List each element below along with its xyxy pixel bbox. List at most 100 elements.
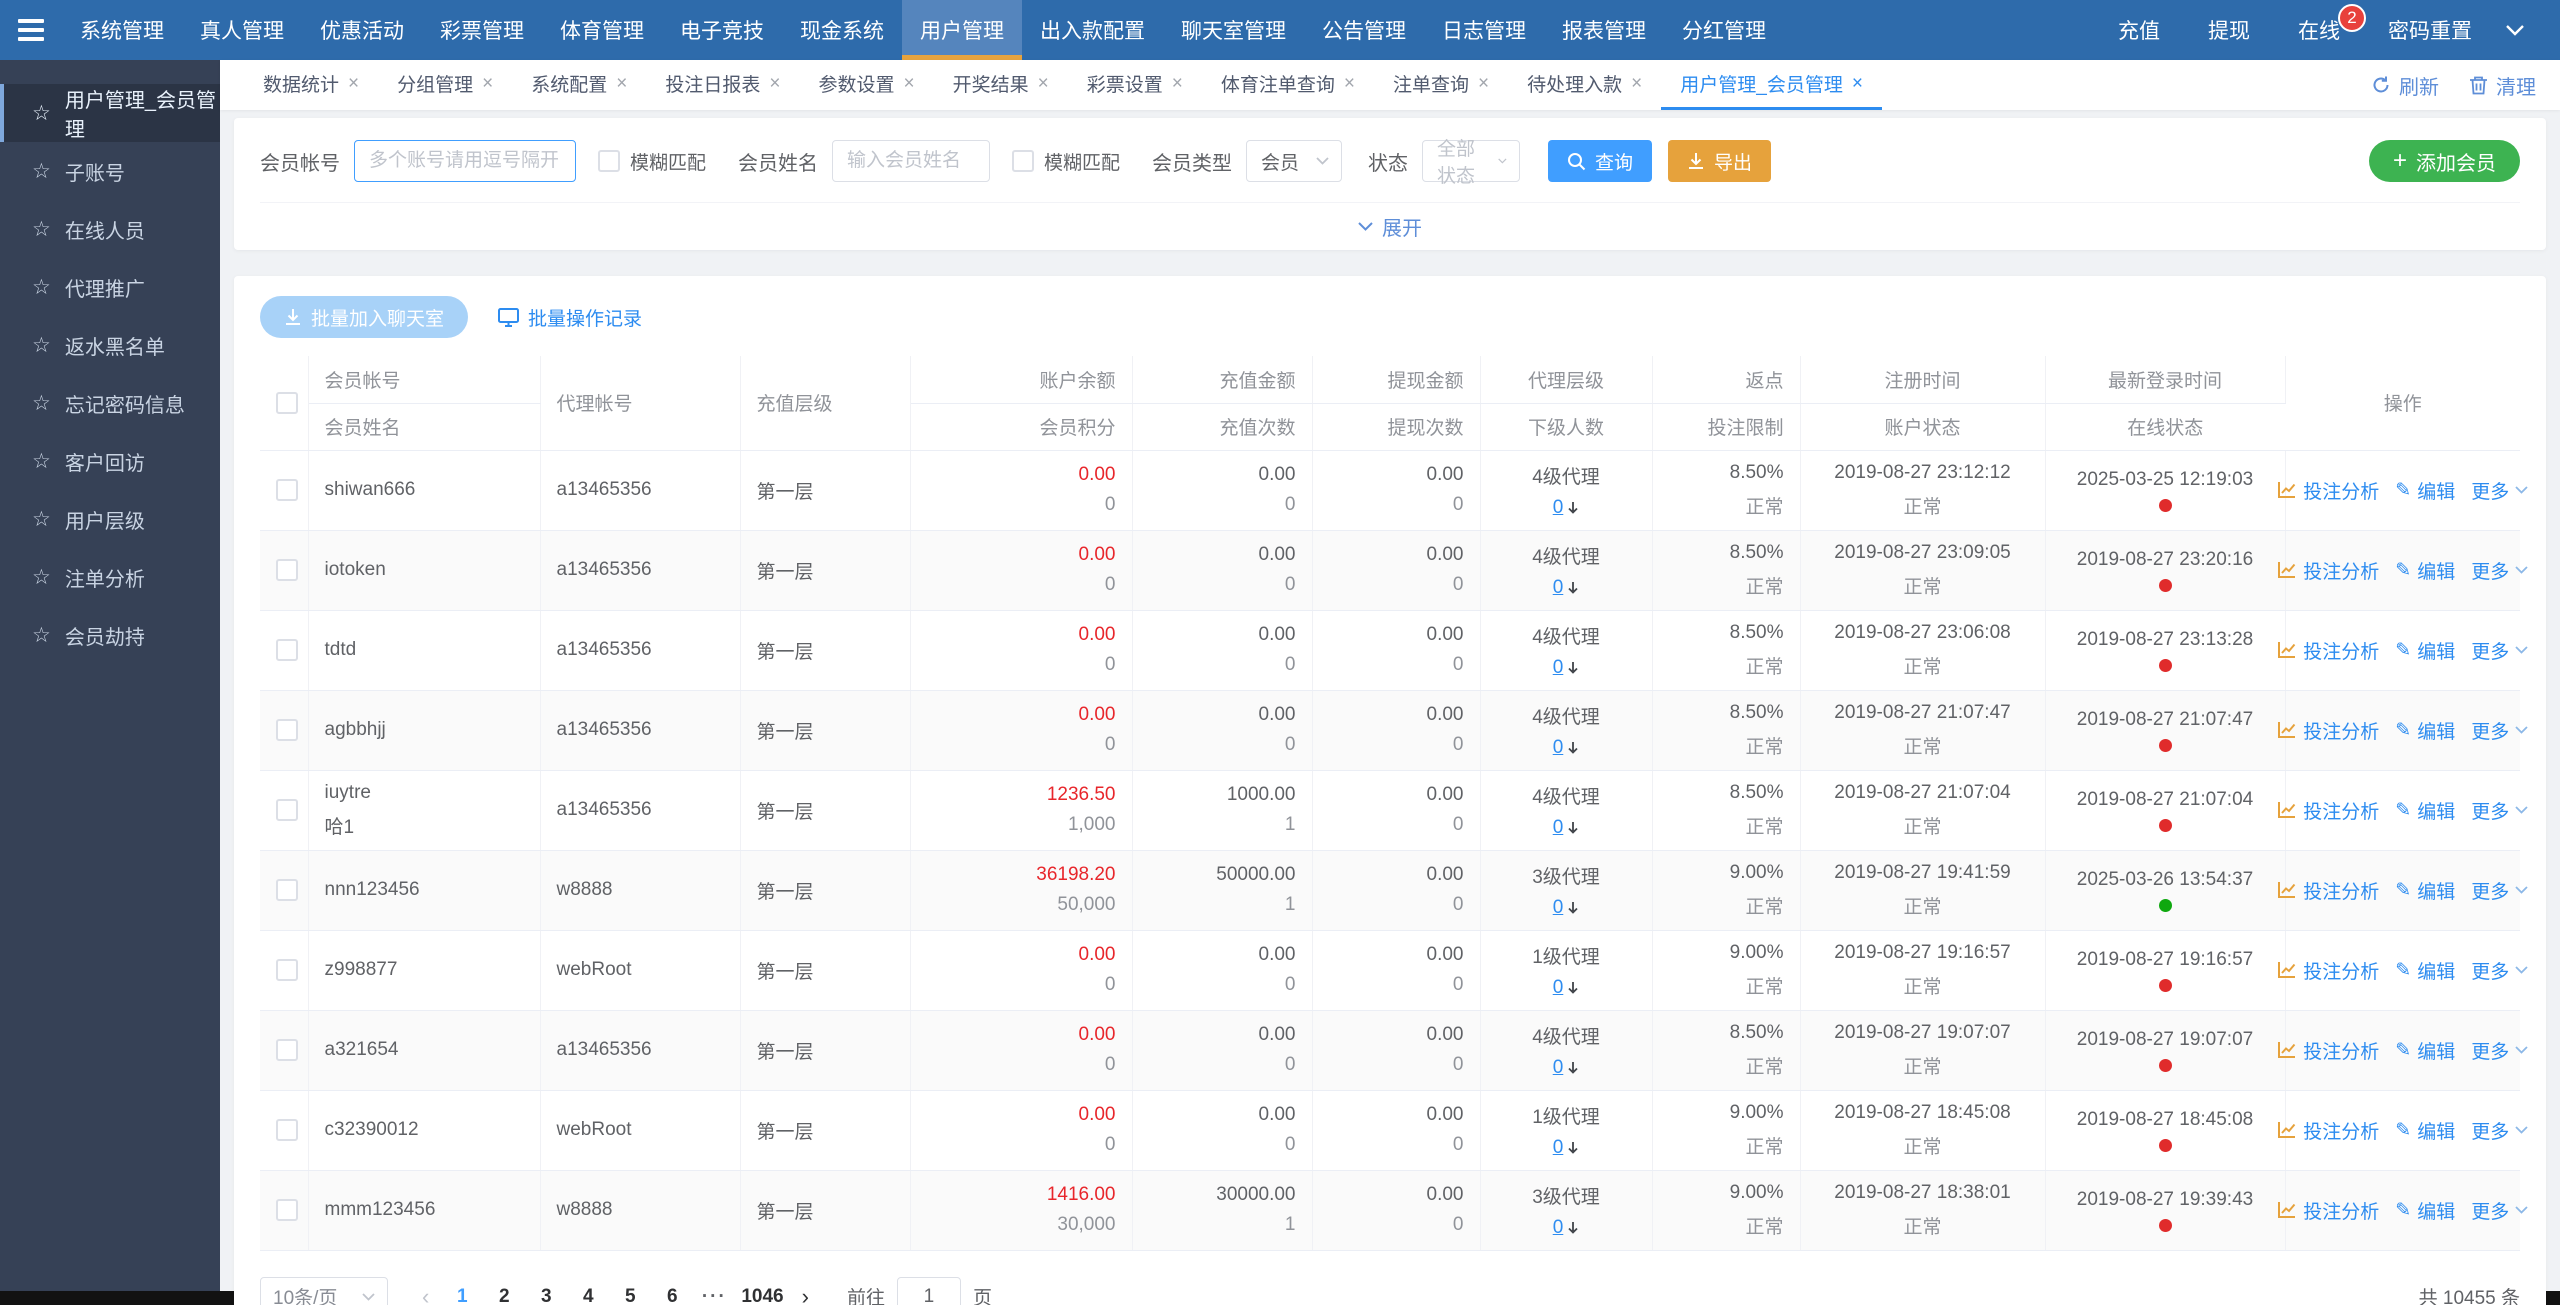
hamburger-menu-icon[interactable]	[0, 0, 62, 60]
more-link[interactable]: 更多	[2471, 557, 2528, 584]
nav-item[interactable]: 分红管理	[1664, 0, 1784, 60]
subordinates-link[interactable]: 0	[1553, 497, 1580, 519]
bet-analysis-link[interactable]: 投注分析	[2277, 1037, 2379, 1064]
tab[interactable]: 用户管理_会员管理 ×	[1661, 60, 1882, 110]
nav-item[interactable]: 系统管理	[62, 0, 182, 60]
nav-item[interactable]: 报表管理	[1544, 0, 1664, 60]
page-number-button[interactable]: 1046	[735, 1277, 789, 1305]
edit-link[interactable]: ✎ 编辑	[2395, 717, 2455, 744]
more-link[interactable]: 更多	[2471, 797, 2528, 824]
tab[interactable]: 分组管理 ×	[378, 60, 512, 110]
subordinates-link[interactable]: 0	[1553, 1137, 1580, 1159]
sidebar-item[interactable]: ☆ 返水黑名单	[0, 316, 220, 374]
nav-item[interactable]: 优惠活动	[302, 0, 422, 60]
more-link[interactable]: 更多	[2471, 637, 2528, 664]
nav-item[interactable]: 体育管理	[542, 0, 662, 60]
nav-item[interactable]: 出入款配置	[1022, 0, 1163, 60]
edit-link[interactable]: ✎ 编辑	[2395, 477, 2455, 504]
bet-analysis-link[interactable]: 投注分析	[2277, 957, 2379, 984]
more-link[interactable]: 更多	[2471, 1197, 2528, 1224]
row-checkbox[interactable]	[276, 1119, 298, 1141]
nav-item[interactable]: 日志管理	[1424, 0, 1544, 60]
sidebar-item[interactable]: ☆ 子账号	[0, 142, 220, 200]
page-number-button[interactable]: 6	[651, 1277, 693, 1305]
subordinates-link[interactable]: 0	[1553, 1217, 1580, 1239]
sidebar-item[interactable]: ☆ 用户管理_会员管理	[0, 84, 220, 142]
tab[interactable]: 数据统计 ×	[244, 60, 378, 110]
nav-item[interactable]: 现金系统	[782, 0, 902, 60]
add-member-button[interactable]: + 添加会员	[2369, 140, 2520, 182]
subordinates-link[interactable]: 0	[1553, 897, 1580, 919]
member-account-input[interactable]	[354, 140, 576, 182]
close-icon[interactable]: ×	[1852, 73, 1863, 95]
bet-analysis-link[interactable]: 投注分析	[2277, 797, 2379, 824]
user-dropdown-toggle[interactable]	[2496, 0, 2534, 60]
row-checkbox[interactable]	[276, 959, 298, 981]
nav-item[interactable]: 用户管理	[902, 0, 1022, 60]
nav-item[interactable]: 电子竞技	[662, 0, 782, 60]
page-number-button[interactable]: 2	[483, 1277, 525, 1305]
sidebar-item[interactable]: ☆ 客户回访	[0, 432, 220, 490]
more-link[interactable]: 更多	[2471, 1117, 2528, 1144]
page-size-select[interactable]: 10条/页	[260, 1277, 388, 1305]
nav-right-item[interactable]: 充值	[2094, 0, 2184, 60]
nav-right-item[interactable]: 提现	[2184, 0, 2274, 60]
close-icon[interactable]: ×	[1478, 73, 1489, 95]
subordinates-link[interactable]: 0	[1553, 1057, 1580, 1079]
tab[interactable]: 注单查询 ×	[1374, 60, 1508, 110]
next-page-button[interactable]: ›	[790, 1284, 821, 1305]
close-icon[interactable]: ×	[1344, 73, 1355, 95]
nav-item[interactable]: 彩票管理	[422, 0, 542, 60]
row-checkbox[interactable]	[276, 879, 298, 901]
row-checkbox[interactable]	[276, 1199, 298, 1221]
more-link[interactable]: 更多	[2471, 957, 2528, 984]
close-icon[interactable]: ×	[1038, 73, 1049, 95]
status-select[interactable]: 全部状态	[1422, 140, 1520, 182]
tab[interactable]: 参数设置 ×	[800, 60, 934, 110]
close-icon[interactable]: ×	[482, 73, 493, 95]
page-number-button[interactable]: 4	[567, 1277, 609, 1305]
bet-analysis-link[interactable]: 投注分析	[2277, 1197, 2379, 1224]
tab[interactable]: 系统配置 ×	[512, 60, 646, 110]
tab[interactable]: 彩票设置 ×	[1068, 60, 1202, 110]
row-checkbox[interactable]	[276, 799, 298, 821]
more-link[interactable]: 更多	[2471, 477, 2528, 504]
tab[interactable]: 待处理入款 ×	[1508, 60, 1661, 110]
sidebar-item[interactable]: ☆ 注单分析	[0, 548, 220, 606]
tab[interactable]: 投注日报表 ×	[646, 60, 799, 110]
page-number-button[interactable]: ···	[693, 1277, 735, 1305]
close-icon[interactable]: ×	[904, 73, 915, 95]
export-button[interactable]: 导出	[1668, 140, 1771, 182]
bet-analysis-link[interactable]: 投注分析	[2277, 637, 2379, 664]
edit-link[interactable]: ✎ 编辑	[2395, 1197, 2455, 1224]
edit-link[interactable]: ✎ 编辑	[2395, 637, 2455, 664]
sidebar-item[interactable]: ☆ 代理推广	[0, 258, 220, 316]
edit-link[interactable]: ✎ 编辑	[2395, 1117, 2455, 1144]
member-name-input[interactable]	[832, 140, 990, 182]
edit-link[interactable]: ✎ 编辑	[2395, 957, 2455, 984]
bet-analysis-link[interactable]: 投注分析	[2277, 477, 2379, 504]
bet-analysis-link[interactable]: 投注分析	[2277, 557, 2379, 584]
page-number-button[interactable]: 3	[525, 1277, 567, 1305]
sidebar-item[interactable]: ☆ 在线人员	[0, 200, 220, 258]
nav-item[interactable]: 真人管理	[182, 0, 302, 60]
bet-analysis-link[interactable]: 投注分析	[2277, 1117, 2379, 1144]
edit-link[interactable]: ✎ 编辑	[2395, 797, 2455, 824]
subordinates-link[interactable]: 0	[1553, 977, 1580, 999]
refresh-button[interactable]: 刷新	[2371, 71, 2439, 100]
batch-join-chat-button[interactable]: 批量加入聊天室	[260, 296, 468, 338]
fuzzy-match-checkbox[interactable]	[598, 150, 620, 172]
sidebar-item[interactable]: ☆ 用户层级	[0, 490, 220, 548]
row-checkbox[interactable]	[276, 719, 298, 741]
select-all-checkbox[interactable]	[276, 392, 298, 414]
nav-right-item[interactable]: 在线 2	[2274, 0, 2364, 60]
tab[interactable]: 开奖结果 ×	[934, 60, 1068, 110]
close-icon[interactable]: ×	[769, 73, 780, 95]
subordinates-link[interactable]: 0	[1553, 817, 1580, 839]
member-type-select[interactable]: 会员	[1246, 140, 1342, 182]
sidebar-item[interactable]: ☆ 忘记密码信息	[0, 374, 220, 432]
row-checkbox[interactable]	[276, 1039, 298, 1061]
bet-analysis-link[interactable]: 投注分析	[2277, 877, 2379, 904]
edit-link[interactable]: ✎ 编辑	[2395, 1037, 2455, 1064]
more-link[interactable]: 更多	[2471, 1037, 2528, 1064]
